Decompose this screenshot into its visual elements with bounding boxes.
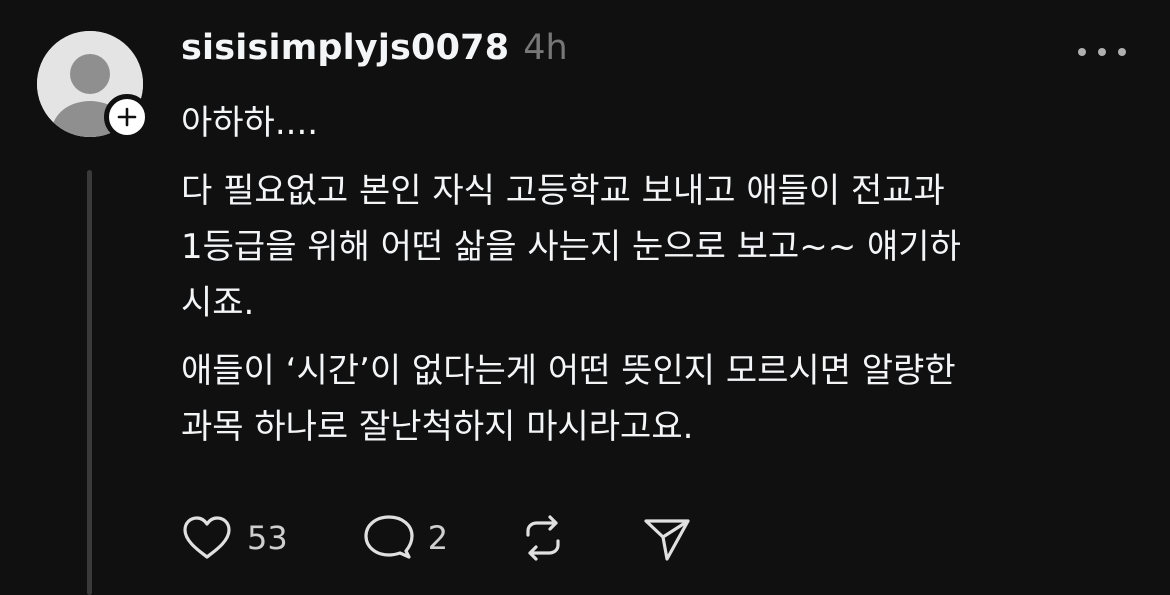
like-count: 53: [247, 519, 288, 557]
post-line: 아하하....: [181, 103, 319, 143]
post-line: 1등급을 위해 어떤 삶을 사는지 눈으로 보고~~ 얘기하: [181, 227, 961, 267]
thread-post: sisisimplyjs0078 4h 아하하.... 다 필요없고 본인 자식…: [0, 0, 1170, 595]
comment-icon: [364, 515, 414, 559]
reply-button[interactable]: 2: [362, 513, 448, 563]
timestamp[interactable]: 4h: [523, 28, 567, 68]
post-line: 애들이 ‘시간’이 없다는게 어떤 뜻인지 모르시면 알량한: [181, 351, 956, 391]
send-icon: [644, 519, 690, 561]
like-button[interactable]: 53: [181, 515, 288, 561]
post-line: 과목 하나로 잘난척하지 마시라고요.: [181, 407, 694, 447]
post-paragraph: 애들이 ‘시간’이 없다는게 어떤 뜻인지 모르시면 알량한 과목 하나로 잘난…: [181, 343, 1141, 455]
follow-button[interactable]: [104, 94, 150, 140]
post-body: 아하하.... 다 필요없고 본인 자식 고등학교 보내고 애들이 전교과 1등…: [181, 95, 1141, 455]
post-line: 다 필요없고 본인 자식 고등학교 보내고 애들이 전교과: [181, 171, 945, 211]
reply-count: 2: [427, 519, 449, 557]
post-header: sisisimplyjs0078 4h: [181, 28, 568, 78]
username[interactable]: sisisimplyjs0078: [181, 28, 509, 68]
post-line: 시죠.: [181, 283, 255, 323]
share-button[interactable]: [642, 513, 692, 563]
thread-line: [87, 170, 92, 595]
post-paragraph: 다 필요없고 본인 자식 고등학교 보내고 애들이 전교과 1등급을 위해 어떤…: [181, 163, 1141, 331]
more-dot-icon: [1118, 48, 1126, 56]
more-dot-icon: [1078, 48, 1086, 56]
plus-icon: [117, 107, 137, 127]
repost-button[interactable]: [518, 513, 568, 563]
repost-icon: [526, 515, 560, 561]
post-paragraph: 아하하....: [181, 95, 1141, 151]
more-options-button[interactable]: [1078, 38, 1126, 66]
avatar-container[interactable]: [37, 31, 150, 140]
more-dot-icon: [1098, 48, 1106, 56]
heart-icon: [183, 516, 231, 559]
action-bar: 53 2: [181, 510, 692, 566]
